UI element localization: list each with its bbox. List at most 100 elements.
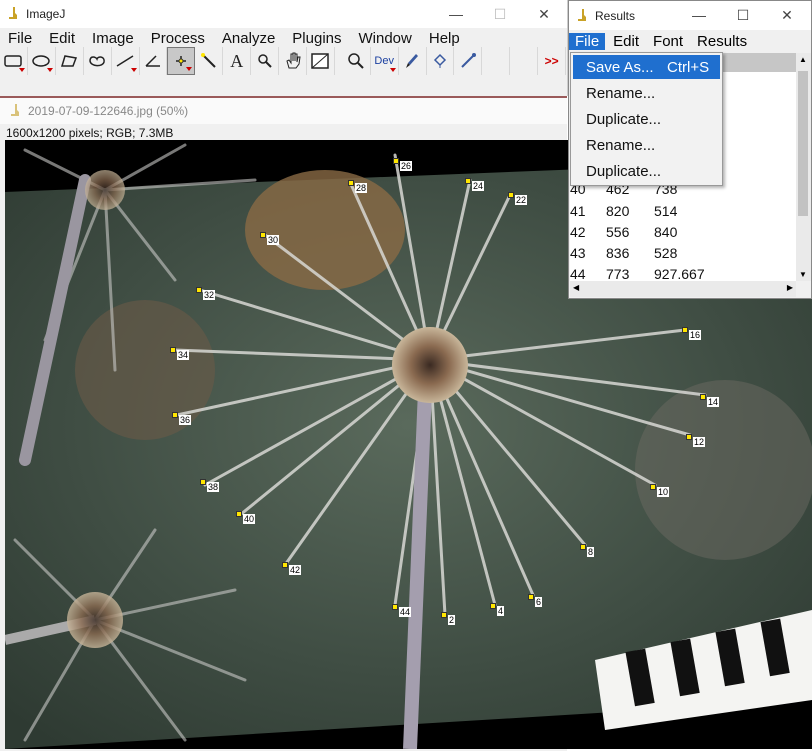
maximize-icon[interactable]: ☐ [478,0,522,28]
imagej-menubar: File Edit Image Process Analyze Plugins … [0,28,567,48]
results-menu-file[interactable]: File [569,32,606,50]
menu-process[interactable]: Process [143,30,214,47]
text-tool-icon[interactable]: A [223,47,252,75]
imagej-title: ImageJ [26,7,66,21]
toolbar-empty-2 [510,47,539,75]
row-y: 840 [654,224,678,240]
multipoint-tool-icon[interactable] [167,47,196,75]
point-marker-label: 12 [693,437,706,447]
oval-tool-icon[interactable] [28,47,56,75]
image-window-titlebar[interactable]: 2019-07-09-122646.jpg (50%) [0,98,567,124]
menu-edit[interactable]: Edit [41,30,84,47]
point-marker-dot [441,612,447,618]
results-menu-edit[interactable]: Edit [605,33,645,50]
point-marker-label: 16 [689,330,702,340]
point-marker-label: 22 [515,195,528,205]
point-marker-dot [465,178,471,184]
point-marker-label: 44 [399,607,412,617]
point-marker-label: 6 [535,597,543,607]
angle-tool-icon[interactable] [140,47,168,75]
menu-item-rename[interactable]: Rename... [573,81,720,105]
results-microscope-icon [577,8,587,24]
polygon-tool-icon[interactable] [56,47,84,75]
point-marker-dot [580,544,586,550]
row-y: 528 [654,245,678,261]
color-picker-tool-icon[interactable] [307,47,335,75]
row-index: 43 [570,245,586,261]
point-marker-dot [170,347,176,353]
vertical-scrollbar[interactable]: ▲ ▼ [796,53,811,281]
point-marker-dot [508,192,514,198]
flood-fill-tool-icon[interactable] [427,47,455,75]
point-marker-dot [490,603,496,609]
brush-tool-icon[interactable] [399,47,427,75]
more-tools-icon[interactable]: >> [538,47,567,75]
toolbar-empty-1 [482,47,511,75]
magnifier-tool-icon[interactable] [251,47,280,75]
imagej-microscope-icon [8,6,18,22]
scroll-left-icon[interactable]: ◀ [573,283,579,292]
minimize-icon[interactable]: — [434,0,478,28]
point-marker-dot [682,327,688,333]
menu-help[interactable]: Help [421,30,469,47]
wand-tool-icon[interactable] [195,47,224,75]
results-minimize-icon[interactable]: — [677,1,721,29]
menu-image[interactable]: Image [84,30,143,47]
menu-analyze[interactable]: Analyze [214,30,284,47]
point-marker-label: 36 [179,415,192,425]
menu-item-duplicate-2[interactable]: Duplicate... [573,159,720,183]
point-marker-dot [650,484,656,490]
pencil-tool-icon[interactable] [454,47,483,75]
line-tool-icon[interactable] [112,47,140,75]
row-index: 41 [570,203,586,219]
results-menubar: File Edit Font Results [569,30,811,52]
freehand-tool-icon[interactable] [84,47,112,75]
point-marker-label: 30 [267,235,280,245]
scroll-right-icon[interactable]: ▶ [787,283,793,292]
point-marker-label: 38 [207,482,220,492]
point-marker-label: 2 [448,615,456,625]
results-maximize-icon[interactable]: ☐ [721,1,765,29]
menu-window[interactable]: Window [351,30,421,47]
results-title: Results [595,8,636,23]
horizontal-scrollbar[interactable]: ◀ ▶ [570,281,796,297]
results-menu-results[interactable]: Results [689,33,753,50]
point-marker-dot [172,412,178,418]
row-index: 44 [570,266,586,282]
point-marker-label: 26 [400,161,413,171]
point-marker-dot [260,232,266,238]
scroll-down-icon[interactable]: ▼ [799,270,807,279]
point-marker-label: 24 [472,181,485,191]
image-window-title: 2019-07-09-122646.jpg (50%) [28,104,189,118]
results-menu-font[interactable]: Font [645,33,689,50]
vertical-scroll-thumb[interactable] [798,71,808,216]
point-marker-dot [200,479,206,485]
menu-item-save-as[interactable]: Save As... Ctrl+S [573,55,720,79]
dev-label: Dev [374,55,394,67]
menu-item-rename-2[interactable]: Rename... [573,133,720,157]
row-x: 820 [606,203,630,219]
menu-item-label: Save As... [586,58,654,76]
point-marker-dot [686,434,692,440]
zoom-tool-icon[interactable] [343,47,371,75]
rectangle-tool-icon[interactable] [0,47,28,75]
point-marker-label: 28 [355,183,368,193]
row-x: 773 [606,266,630,282]
menu-item-duplicate[interactable]: Duplicate... [573,107,720,131]
hand-tool-icon[interactable] [279,47,307,75]
dev-menu-icon[interactable]: Dev [371,47,399,75]
point-marker-dot [528,594,534,600]
row-y: 514 [654,203,678,219]
image-window-microscope-icon [10,103,20,119]
point-marker-dot [196,287,202,293]
scroll-up-icon[interactable]: ▲ [799,55,807,64]
menu-plugins[interactable]: Plugins [284,30,350,47]
close-icon[interactable]: ✕ [522,0,566,28]
menu-file[interactable]: File [0,30,41,47]
point-marker-dot [236,511,242,517]
results-close-icon[interactable]: ✕ [765,1,809,29]
menu-item-shortcut: Ctrl+S [667,58,710,76]
point-marker-dot [393,158,399,164]
imagej-toolbar: A Dev >> [0,47,567,75]
